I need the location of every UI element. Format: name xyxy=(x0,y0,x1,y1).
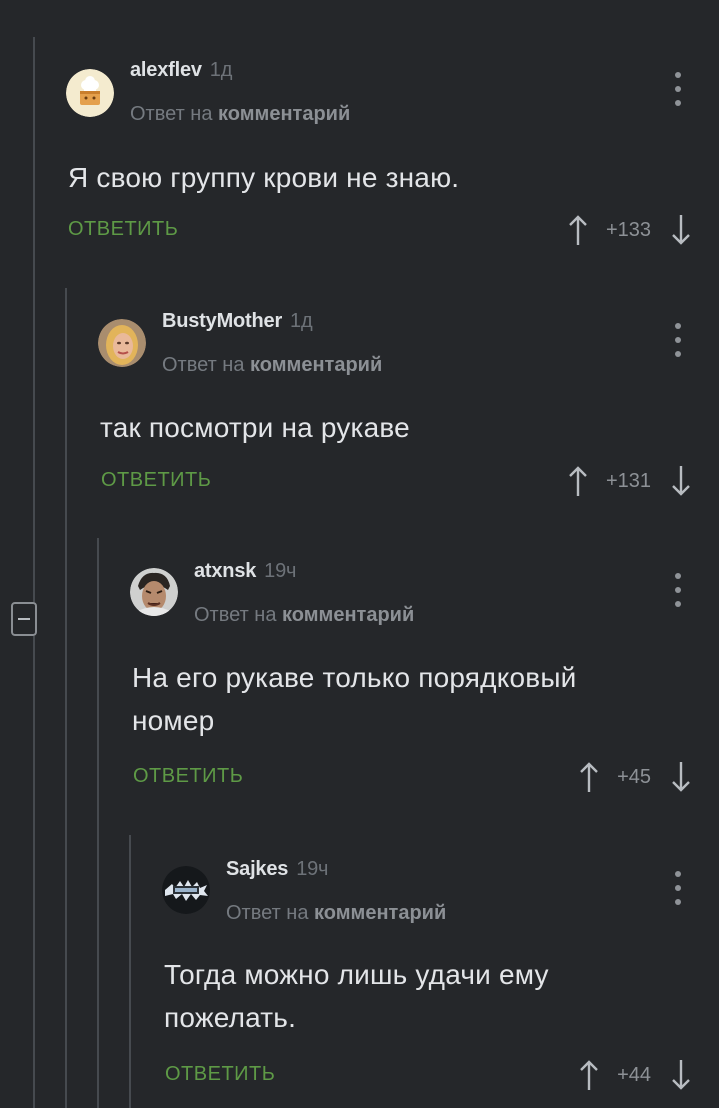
vote-controls: +45 xyxy=(579,760,691,794)
reply-button[interactable]: ОТВЕТИТЬ xyxy=(165,1063,275,1086)
comment-time: 19ч xyxy=(264,560,297,582)
vote-up-icon[interactable] xyxy=(568,214,588,246)
vote-up-icon[interactable] xyxy=(568,465,588,497)
comment: BustyMother 1д Ответ на комментарий так п… xyxy=(98,309,719,509)
more-options-icon[interactable] xyxy=(668,573,688,607)
thread-line-level-1-lower xyxy=(33,636,35,1108)
reply-button[interactable]: ОТВЕТИТЬ xyxy=(68,218,178,241)
more-options-icon[interactable] xyxy=(668,72,688,106)
vote-down-icon[interactable] xyxy=(671,465,691,497)
comment-text-line: На его рукаве только порядковый xyxy=(132,662,577,693)
comments-thread: alexflev 1д Ответ на комментарий Я свою г… xyxy=(0,0,719,1108)
rating-count: +44 xyxy=(617,1063,651,1086)
avatar[interactable] xyxy=(130,568,178,616)
comment-text: Я свою группу крови не знаю. xyxy=(68,162,460,193)
comment-author[interactable]: atxnsk 19ч xyxy=(194,560,296,583)
comment-text-line: Тогда можно лишь удачи ему xyxy=(164,959,549,990)
rating-count: +133 xyxy=(605,218,651,241)
reply-to-link[interactable]: Ответ на комментарий xyxy=(194,604,414,627)
chef-hat-avatar xyxy=(66,69,114,117)
avatar[interactable] xyxy=(162,866,210,914)
vote-controls: +133 xyxy=(568,213,691,247)
thread-line-level-1 xyxy=(33,37,35,602)
comment: Sajkes 19ч Ответ на комментарий Тогда мож… xyxy=(162,857,719,1102)
comment: atxnsk 19ч Ответ на комментарий На его ру… xyxy=(130,559,719,804)
vote-controls: +44 xyxy=(579,1058,691,1092)
vote-down-icon[interactable] xyxy=(671,214,691,246)
face-avatar xyxy=(130,568,178,616)
comment-text-line: номер xyxy=(132,705,215,736)
vote-up-icon[interactable] xyxy=(579,761,599,793)
thread-line-level-2 xyxy=(65,288,67,1108)
comment: alexflev 1д Ответ на комментарий Я свою г… xyxy=(66,58,719,258)
reply-button[interactable]: ОТВЕТИТЬ xyxy=(133,765,243,788)
reply-button[interactable]: ОТВЕТИТЬ xyxy=(101,469,211,492)
more-options-icon[interactable] xyxy=(668,323,688,357)
vote-up-icon[interactable] xyxy=(579,1059,599,1091)
comment-time: 1д xyxy=(209,59,233,81)
reply-to-link[interactable]: Ответ на комментарий xyxy=(226,902,446,925)
more-options-icon[interactable] xyxy=(668,871,688,905)
comment-text: На его рукаве только порядковый номер xyxy=(132,656,576,742)
thread-line-level-3 xyxy=(97,538,99,1108)
avatar[interactable] xyxy=(66,69,114,117)
comment-author[interactable]: Sajkes 19ч xyxy=(226,858,328,881)
vote-controls: +131 xyxy=(568,464,691,498)
comment-time: 19ч xyxy=(296,858,329,880)
comment-author[interactable]: alexflev 1д xyxy=(130,59,232,82)
comment-text-line: пожелать. xyxy=(164,1002,297,1033)
comment-text: так посмотри на рукаве xyxy=(100,412,410,443)
reply-to-link[interactable]: Ответ на комментарий xyxy=(162,354,382,377)
logo-avatar xyxy=(162,866,210,914)
vote-down-icon[interactable] xyxy=(671,761,691,793)
rating-count: +45 xyxy=(617,765,651,788)
vote-down-icon[interactable] xyxy=(671,1059,691,1091)
comment-author[interactable]: BustyMother 1д xyxy=(162,310,313,333)
comment-text: Тогда можно лишь удачи ему пожелать. xyxy=(164,953,549,1039)
thread-line-level-4 xyxy=(129,835,131,1108)
rating-count: +131 xyxy=(605,469,651,492)
reply-to-link[interactable]: Ответ на комментарий xyxy=(130,103,350,126)
avatar[interactable] xyxy=(98,319,146,367)
photo-avatar xyxy=(98,319,146,367)
comment-time: 1д xyxy=(290,310,313,332)
collapse-thread-icon xyxy=(18,618,30,620)
collapse-thread-button[interactable] xyxy=(11,602,37,636)
